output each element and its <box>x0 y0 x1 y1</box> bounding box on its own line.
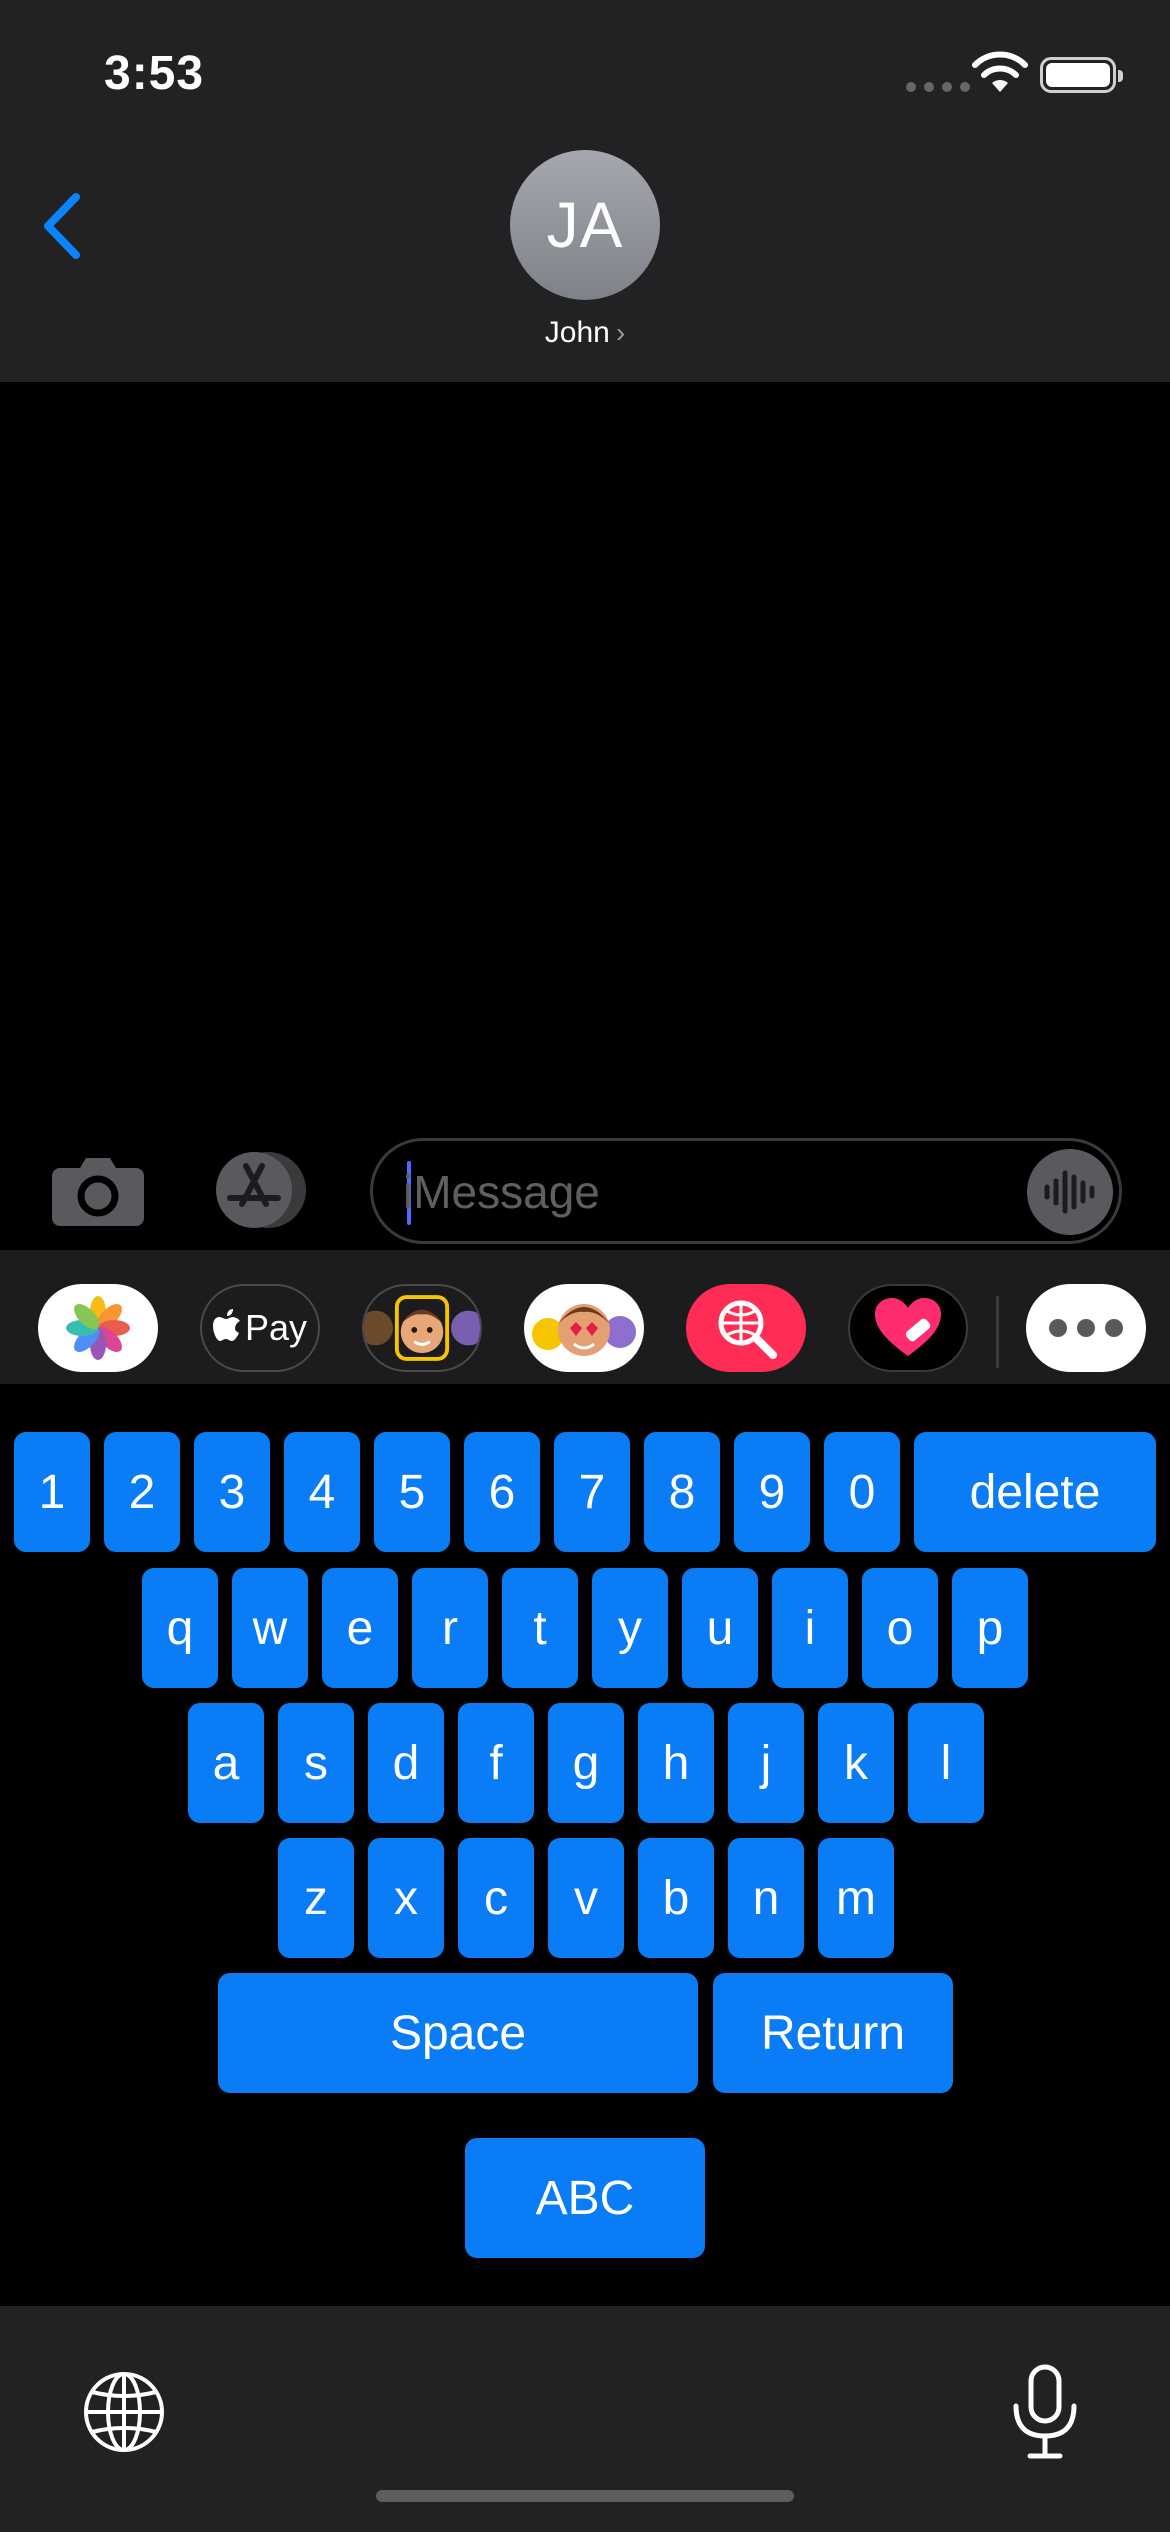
key-u[interactable]: u <box>682 1568 758 1688</box>
battery-icon <box>1040 57 1123 93</box>
apple-pay-app[interactable]: Pay <box>200 1284 320 1372</box>
key-j[interactable]: j <box>728 1703 804 1823</box>
key-z[interactable]: z <box>278 1838 354 1958</box>
globe-search-icon <box>718 1300 777 1359</box>
key-9[interactable]: 9 <box>734 1432 810 1552</box>
key-k[interactable]: k <box>818 1703 894 1823</box>
key-h[interactable]: h <box>638 1703 714 1823</box>
message-input-field[interactable] <box>370 1138 1122 1244</box>
more-icon <box>1049 1319 1123 1337</box>
key-7[interactable]: 7 <box>554 1432 630 1552</box>
key-c[interactable]: c <box>458 1838 534 1958</box>
contact-name: John <box>544 316 610 349</box>
message-transcript <box>0 382 1170 1130</box>
key-6[interactable]: 6 <box>464 1432 540 1552</box>
photos-icon <box>66 1296 130 1360</box>
camera-icon <box>52 1158 144 1226</box>
key-1[interactable]: 1 <box>14 1432 90 1552</box>
animoji-icon <box>532 1304 636 1356</box>
animoji-app[interactable] <box>524 1284 644 1372</box>
app-store-button[interactable] <box>208 1148 318 1232</box>
digital-touch-app[interactable] <box>848 1284 968 1372</box>
key-x[interactable]: x <box>368 1838 444 1958</box>
compose-bar <box>0 1130 1170 1250</box>
imessage-app-strip: Pay <box>0 1250 1170 1384</box>
apple-pay-label: Pay <box>244 1307 308 1348</box>
key-l[interactable]: l <box>908 1703 984 1823</box>
microphone-icon[interactable] <box>1010 2364 1080 2460</box>
key-0[interactable]: 0 <box>824 1432 900 1552</box>
return-key[interactable]: Return <box>713 1973 953 2093</box>
camera-button[interactable] <box>50 1152 146 1228</box>
key-d[interactable]: d <box>368 1703 444 1823</box>
key-4[interactable]: 4 <box>284 1432 360 1552</box>
status-time: 3:53 <box>104 47 205 100</box>
key-f[interactable]: f <box>458 1703 534 1823</box>
key-q[interactable]: q <box>142 1568 218 1688</box>
photos-app[interactable] <box>38 1284 158 1372</box>
key-w[interactable]: w <box>232 1568 308 1688</box>
apple-pay-icon <box>212 1309 240 1341</box>
key-y[interactable]: y <box>592 1568 668 1688</box>
contact-name-button[interactable]: John › <box>0 316 1170 350</box>
navigation-header: 3:53 JA John › <box>0 0 1170 382</box>
waveform-icon <box>1044 1170 1095 1214</box>
heart-icon <box>875 1298 941 1356</box>
message-input[interactable] <box>403 1159 1043 1225</box>
chevron-right-icon: › <box>615 317 626 348</box>
chevron-left-icon <box>44 193 80 259</box>
home-indicator[interactable] <box>376 2490 794 2502</box>
key-s[interactable]: s <box>278 1703 354 1823</box>
key-2[interactable]: 2 <box>104 1432 180 1552</box>
app-store-icon <box>216 1152 306 1228</box>
key-r[interactable]: r <box>412 1568 488 1688</box>
back-button[interactable] <box>40 186 100 266</box>
key-5[interactable]: 5 <box>374 1432 450 1552</box>
audio-message-button[interactable] <box>1027 1149 1113 1235</box>
cellular-signal-icon <box>906 82 970 92</box>
wifi-icon <box>972 51 1028 92</box>
key-a[interactable]: a <box>188 1703 264 1823</box>
key-p[interactable]: p <box>952 1568 1028 1688</box>
key-t[interactable]: t <box>502 1568 578 1688</box>
key-o[interactable]: o <box>862 1568 938 1688</box>
memoji-icon <box>364 1295 480 1361</box>
custom-keyboard: 1 2 3 4 5 6 7 8 9 0 delete q w e r t y u… <box>0 1384 1170 2306</box>
more-apps-button[interactable] <box>1026 1284 1146 1372</box>
space-key[interactable]: Space <box>218 1973 698 2093</box>
contact-avatar[interactable]: JA <box>510 150 660 300</box>
keyboard-bottom-bar <box>0 2306 1170 2532</box>
key-m[interactable]: m <box>818 1838 894 1958</box>
key-v[interactable]: v <box>548 1838 624 1958</box>
delete-key[interactable]: delete <box>914 1432 1156 1552</box>
strip-divider <box>996 1296 999 1368</box>
globe-icon[interactable] <box>82 2370 166 2454</box>
key-3[interactable]: 3 <box>194 1432 270 1552</box>
images-search-app[interactable] <box>686 1284 806 1372</box>
key-8[interactable]: 8 <box>644 1432 720 1552</box>
key-n[interactable]: n <box>728 1838 804 1958</box>
key-g[interactable]: g <box>548 1703 624 1823</box>
key-i[interactable]: i <box>772 1568 848 1688</box>
memoji-stickers-app[interactable] <box>362 1284 482 1372</box>
key-e[interactable]: e <box>322 1568 398 1688</box>
key-b[interactable]: b <box>638 1838 714 1958</box>
abc-key[interactable]: ABC <box>465 2138 705 2258</box>
avatar-initials: JA <box>546 189 624 261</box>
